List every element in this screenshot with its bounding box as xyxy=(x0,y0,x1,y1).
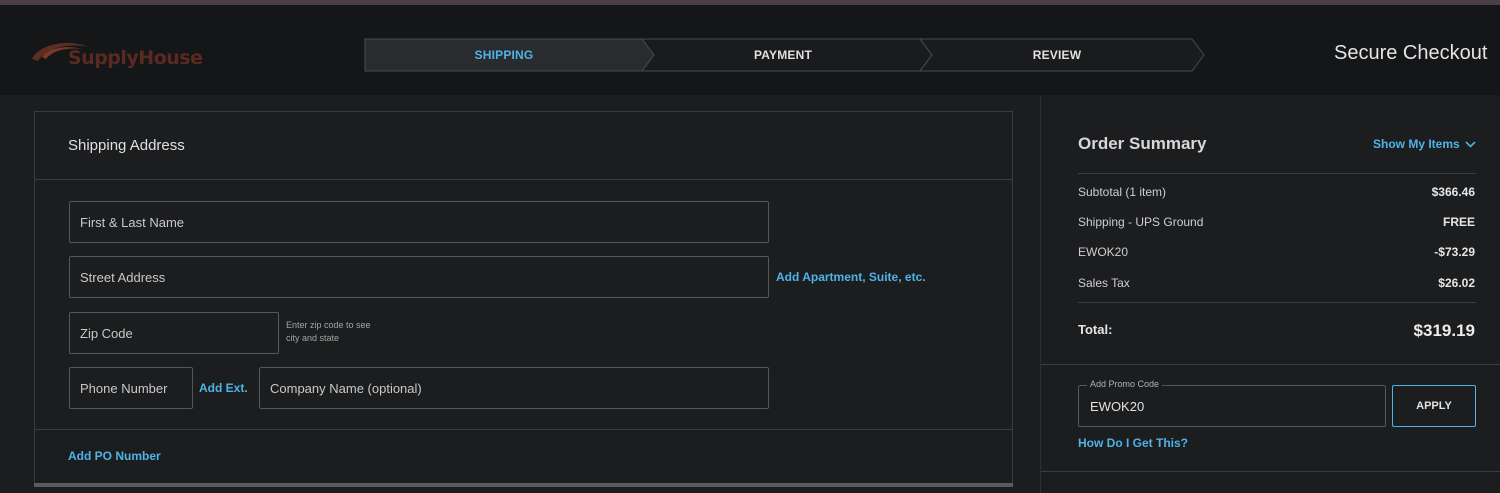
step-review[interactable]: REVIEW xyxy=(922,38,1192,72)
divider xyxy=(1078,173,1476,174)
step-payment[interactable]: PAYMENT xyxy=(644,38,922,72)
zip-hint: Enter zip code to see city and state xyxy=(286,319,386,345)
zip-hint-line1: Enter zip code to see xyxy=(286,320,371,330)
shipping-value: FREE xyxy=(1442,215,1475,229)
order-summary-panel: Order Summary Show My Items Subtotal (1 … xyxy=(1040,95,1500,493)
add-apartment-link[interactable]: Add Apartment, Suite, etc. xyxy=(776,270,926,284)
promo-code-label: Add Promo Code xyxy=(1087,379,1163,389)
add-ext-link[interactable]: Add Ext. xyxy=(199,381,248,395)
logo-text: SupplyHouse xyxy=(68,47,203,69)
divider xyxy=(1041,364,1500,365)
zip-hint-line2: city and state xyxy=(286,333,340,343)
supplyhouse-logo[interactable]: SupplyHouse xyxy=(30,35,210,75)
total-label: Total: xyxy=(1078,322,1113,337)
phone-number-field[interactable]: Phone Number xyxy=(69,367,193,409)
promo-discount-label: EWOK20 xyxy=(1078,245,1129,259)
shipping-label: Shipping - UPS Ground xyxy=(1078,215,1204,229)
zip-code-field[interactable]: Zip Code xyxy=(69,312,279,354)
total-value: $319.19 xyxy=(1413,321,1475,340)
shipping-address-card: Shipping Address First & Last Name Stree… xyxy=(34,111,1013,487)
divider xyxy=(1078,302,1476,303)
secure-checkout-title: Secure Checkout xyxy=(1334,42,1488,64)
subtotal-label: Subtotal (1 item) xyxy=(1078,185,1167,199)
street-address-field[interactable]: Street Address xyxy=(69,256,769,298)
checkout-steps: SHIPPING PAYMENT REVIEW xyxy=(364,38,1206,72)
divider xyxy=(1041,471,1500,472)
sales-tax-value: $26.02 xyxy=(1438,276,1475,290)
card-bottom-bar xyxy=(34,483,1013,487)
checkout-header: SupplyHouse SHIPPING PAYMENT REVIEW Secu… xyxy=(0,5,1500,95)
company-name-field[interactable]: Company Name (optional) xyxy=(259,367,769,409)
show-my-items-label: Show My Items xyxy=(1373,137,1460,151)
shipping-address-title: Shipping Address xyxy=(68,137,185,154)
how-do-i-get-this-link[interactable]: How Do I Get This? xyxy=(1078,436,1188,450)
show-my-items-toggle[interactable]: Show My Items xyxy=(1373,137,1476,151)
sales-tax-label: Sales Tax xyxy=(1078,276,1130,290)
promo-code-value: EWOK20 xyxy=(1090,398,1145,414)
chevron-down-icon xyxy=(1465,140,1476,148)
promo-discount-value: -$73.29 xyxy=(1434,245,1475,259)
order-summary-title: Order Summary xyxy=(1078,134,1207,153)
subtotal-value: $366.46 xyxy=(1431,185,1475,199)
step-shipping[interactable]: SHIPPING xyxy=(364,38,644,72)
divider xyxy=(35,429,1012,430)
add-po-number-link[interactable]: Add PO Number xyxy=(68,449,161,463)
promo-code-input[interactable]: Add Promo Code EWOK20 xyxy=(1078,379,1386,427)
name-field[interactable]: First & Last Name xyxy=(69,201,769,243)
divider xyxy=(35,179,1012,180)
apply-promo-button[interactable]: APPLY xyxy=(1392,385,1476,427)
